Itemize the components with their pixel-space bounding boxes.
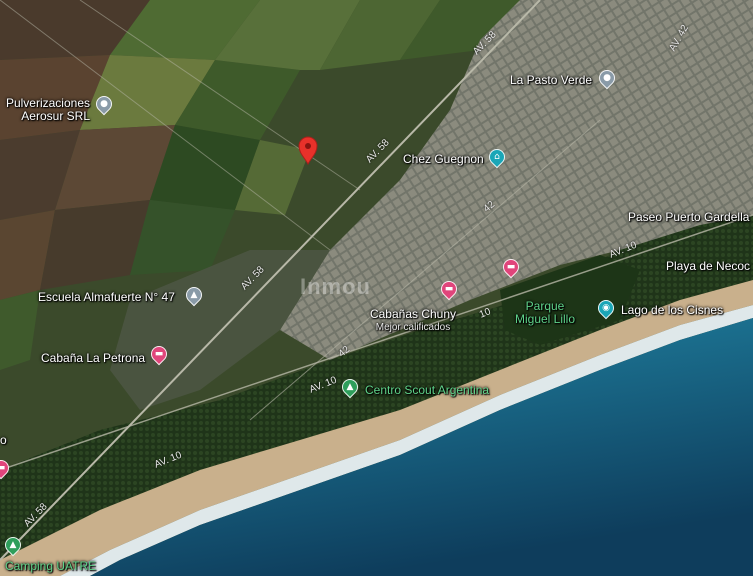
place-label-left-edge: o (0, 433, 7, 447)
school-icon: ▲ (190, 290, 198, 300)
place-label-pulverizaciones[interactable]: Pulverizaciones Aerosur SRL (2, 97, 90, 123)
satellite-map[interactable] (0, 0, 753, 576)
place-label-la-pasto-verde[interactable]: La Pasto Verde (510, 74, 592, 87)
place-label-cabana-la-petrona[interactable]: Cabaña La Petrona (41, 352, 145, 365)
hotel-icon: ⌂ (494, 152, 500, 162)
location-pin-icon: ● (100, 99, 108, 109)
watermark: Inmou (300, 274, 371, 299)
place-label-centro-scout-argentina[interactable]: Centro Scout Argentina (365, 384, 489, 397)
lodging-icon: ▬ (154, 349, 164, 359)
camera-icon: ◉ (602, 303, 610, 313)
place-label-escuela-almafuerte[interactable]: Escuela Almafuerte N° 47 (38, 291, 175, 304)
place-label-playa-de-necochea[interactable]: Playa de Necoc (666, 260, 750, 273)
campground-icon: ▲ (9, 540, 17, 550)
place-label-paseo-puerto-gardella[interactable]: Paseo Puerto Gardella (628, 211, 749, 224)
lodging-icon: ▬ (506, 262, 516, 272)
place-label-chez-guegnon[interactable]: Chez Guegnon (403, 153, 484, 166)
place-sublabel-mejor-calificados: Mejor calificados (375, 322, 451, 333)
lodging-icon: ▬ (444, 284, 454, 294)
lodging-icon: ▬ (0, 463, 6, 473)
place-label-parque-miguel-lillo[interactable]: Parque Miguel Lillo (505, 300, 585, 326)
location-pin-icon: ● (603, 73, 611, 83)
place-label-lago-de-los-cisnes[interactable]: Lago de los Cisnes (621, 304, 723, 317)
campground-icon: ▲ (346, 382, 354, 392)
place-label-camping-uatre[interactable]: Camping UATRE (5, 560, 96, 573)
place-label-cabanas-chuny[interactable]: Cabañas Chuny (368, 308, 458, 321)
